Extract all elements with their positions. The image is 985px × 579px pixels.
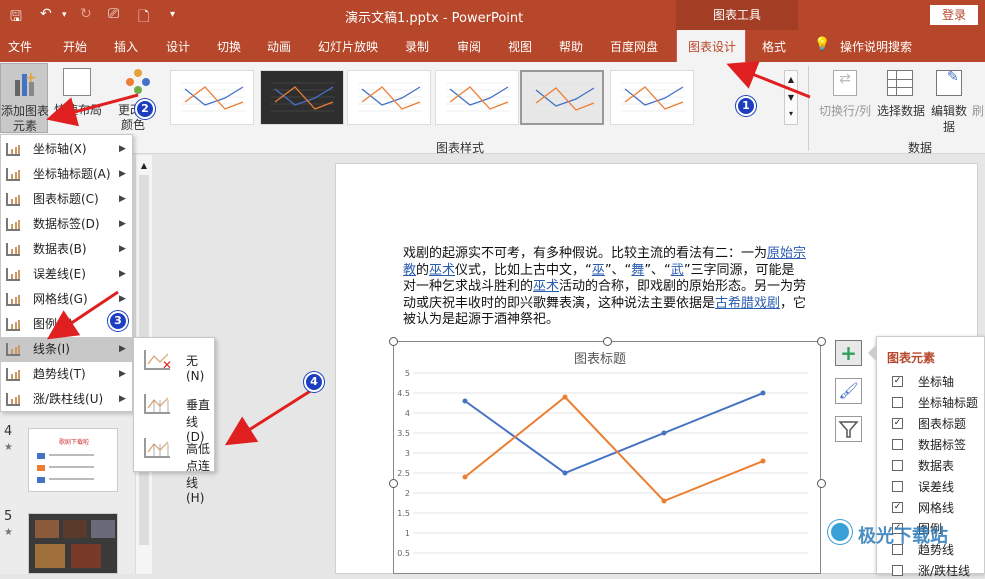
step-badge-3: 3 [108, 311, 128, 331]
arrow-3 [47, 290, 119, 340]
arrow-2 [46, 93, 139, 127]
watermark-logo-icon [828, 520, 852, 544]
step-badge-2: 2 [135, 99, 155, 119]
watermark-text: 极光下载站 [858, 526, 948, 547]
step-badge-1: 1 [736, 96, 756, 116]
annotation-arrows [46, 60, 811, 446]
arrow-1 [726, 60, 811, 99]
step-badge-4: 4 [304, 372, 324, 392]
arrow-4 [224, 388, 313, 446]
